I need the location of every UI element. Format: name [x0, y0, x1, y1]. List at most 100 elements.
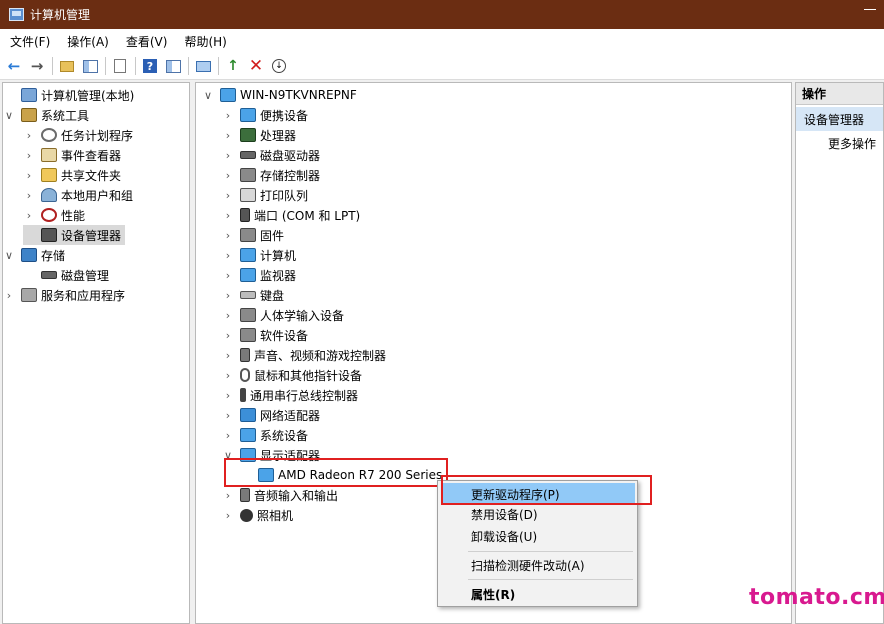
highlight-update-driver-box — [441, 475, 652, 505]
chevron-right-icon[interactable]: › — [222, 369, 234, 382]
menu-file[interactable]: 文件(F) — [3, 33, 57, 50]
menu-item-properties[interactable]: 属性(R) — [441, 583, 635, 605]
chevron-right-icon[interactable]: › — [222, 389, 234, 402]
chevron-right-icon[interactable]: › — [222, 149, 234, 162]
chevron-right-icon[interactable]: › — [222, 189, 234, 202]
tree-item-label: 音频输入和输出 — [254, 488, 339, 503]
chevron-right-icon[interactable]: › — [222, 429, 234, 442]
device-category-item[interactable]: › 处理器 — [222, 125, 296, 145]
device-category-item[interactable]: › 端口 (COM 和 LPT) — [222, 205, 360, 225]
device-category-item[interactable]: › 存储控制器 — [222, 165, 320, 185]
device-tree-root[interactable]: ∨ WIN-N9TKVNREPNF — [202, 85, 357, 105]
tree-item-label: 性能 — [61, 208, 86, 223]
left-tree-item[interactable]: 磁盘管理 — [23, 265, 109, 285]
event-viewer-icon — [41, 148, 57, 162]
disable-device-button[interactable]: ↓ — [269, 56, 289, 76]
left-tree-item[interactable]: › 事件查看器 — [23, 145, 121, 165]
storage-icon — [21, 248, 37, 262]
menu-action[interactable]: 操作(A) — [60, 33, 116, 50]
minimize-button[interactable] — [864, 9, 876, 11]
device-category-item[interactable]: › 系统设备 — [222, 425, 308, 445]
chevron-down-icon[interactable]: ∨ — [202, 89, 214, 102]
help-button[interactable]: ? — [140, 56, 160, 76]
left-tree-item[interactable]: › 性能 — [23, 205, 85, 225]
chevron-right-icon[interactable]: › — [222, 229, 234, 242]
tree-item-label: 声音、视频和游戏控制器 — [254, 348, 387, 363]
up-folder-button[interactable] — [57, 56, 77, 76]
device-category-item[interactable]: › 键盘 — [222, 285, 284, 305]
chevron-right-icon[interactable]: › — [23, 209, 35, 222]
window-title: 计算机管理 — [30, 8, 91, 22]
chevron-down-icon[interactable]: ∨ — [3, 249, 15, 262]
chevron-right-icon[interactable]: › — [222, 309, 234, 322]
chevron-right-icon[interactable]: › — [23, 169, 35, 182]
device-category-item[interactable]: › 音频输入和输出 — [222, 485, 338, 505]
chevron-right-icon[interactable]: › — [3, 289, 15, 302]
menu-separator — [468, 551, 633, 552]
toolbar-separator — [105, 57, 106, 75]
chevron-right-icon[interactable]: › — [23, 189, 35, 202]
left-tree-item[interactable]: › 共享文件夹 — [23, 165, 121, 185]
device-category-item[interactable]: › 鼠标和其他指针设备 — [222, 365, 362, 385]
export-list-button[interactable] — [110, 56, 130, 76]
chevron-right-icon[interactable]: › — [222, 289, 234, 302]
device-category-item[interactable]: › 网络适配器 — [222, 405, 320, 425]
device-category-item[interactable]: › 声音、视频和游戏控制器 — [222, 345, 386, 365]
chevron-right-icon[interactable]: › — [222, 269, 234, 282]
chevron-down-icon[interactable]: ∨ — [3, 109, 15, 122]
chevron-right-icon[interactable]: › — [222, 169, 234, 182]
tree-item-label: 网络适配器 — [260, 408, 321, 423]
camera-icon — [240, 508, 253, 522]
tools-icon — [21, 108, 37, 122]
mouse-icon — [240, 368, 250, 382]
disk-drive-icon — [240, 151, 256, 159]
left-tree-item[interactable]: 计算机管理(本地) — [3, 85, 134, 105]
menu-item-uninstall-device[interactable]: 卸载设备(U) — [441, 525, 635, 547]
menu-view[interactable]: 查看(V) — [119, 33, 175, 50]
left-tree-item[interactable]: ∨ 系统工具 — [3, 105, 89, 125]
chevron-right-icon[interactable]: › — [222, 329, 234, 342]
disk-icon — [41, 271, 57, 279]
chevron-right-icon[interactable]: › — [23, 149, 35, 162]
left-tree-item[interactable]: › 本地用户和组 — [23, 185, 133, 205]
actions-section-device-manager[interactable]: 设备管理器 — [796, 107, 883, 131]
device-category-item[interactable]: › 人体学输入设备 — [222, 305, 344, 325]
device-category-item[interactable]: › 通用串行总线控制器 — [222, 385, 358, 405]
chevron-right-icon[interactable]: › — [222, 109, 234, 122]
device-category-item[interactable]: › 便携设备 — [222, 105, 308, 125]
chevron-right-icon[interactable]: › — [23, 129, 35, 142]
show-hide-tree-button[interactable] — [80, 56, 100, 76]
device-category-item[interactable]: › 监视器 — [222, 265, 296, 285]
update-driver-button[interactable]: ↑ — [223, 56, 243, 76]
chevron-right-icon[interactable]: › — [222, 409, 234, 422]
tree-item-label: 键盘 — [260, 288, 285, 303]
device-category-item[interactable]: › 软件设备 — [222, 325, 308, 345]
back-button[interactable]: ← — [4, 56, 24, 76]
device-category-item[interactable]: › 打印队列 — [222, 185, 308, 205]
chevron-right-icon[interactable]: › — [222, 129, 234, 142]
chevron-right-icon[interactable]: › — [222, 249, 234, 262]
chevron-right-icon[interactable]: › — [222, 209, 234, 222]
action-pane-button[interactable] — [163, 56, 183, 76]
device-category-item[interactable]: › 计算机 — [222, 245, 296, 265]
device-category-item[interactable]: › 照相机 — [222, 505, 293, 525]
more-actions-link[interactable]: 更多操作 — [828, 135, 876, 152]
chevron-right-icon[interactable]: › — [222, 489, 234, 502]
device-category-item[interactable]: › 磁盘驱动器 — [222, 145, 320, 165]
console-tree-pane[interactable]: 计算机管理(本地) ∨ 系统工具 › 任务计划程序 › 事件查看器 › 共享文件夹 › 本地用户和组… — [2, 82, 190, 624]
chevron-right-icon[interactable]: › — [222, 509, 234, 522]
device-category-item[interactable]: › 固件 — [222, 225, 284, 245]
uninstall-device-button[interactable]: ✕ — [246, 56, 266, 76]
menu-item-scan-hardware[interactable]: 扫描检测硬件改动(A) — [441, 554, 635, 576]
computer-management-icon — [21, 88, 37, 102]
left-tree-item[interactable]: › 任务计划程序 — [23, 125, 133, 145]
left-tree-item[interactable]: › 服务和应用程序 — [3, 285, 125, 305]
forward-button[interactable]: → — [27, 56, 47, 76]
scan-hardware-button[interactable] — [193, 56, 213, 76]
menu-help[interactable]: 帮助(H) — [177, 33, 233, 50]
left-tree-item[interactable]: 设备管理器 — [23, 225, 126, 245]
close-icon: ✕ — [248, 56, 264, 76]
left-tree-item[interactable]: ∨ 存储 — [3, 245, 65, 265]
chevron-right-icon[interactable]: › — [222, 349, 234, 362]
menu-item-disable-device[interactable]: 禁用设备(D) — [441, 503, 635, 525]
